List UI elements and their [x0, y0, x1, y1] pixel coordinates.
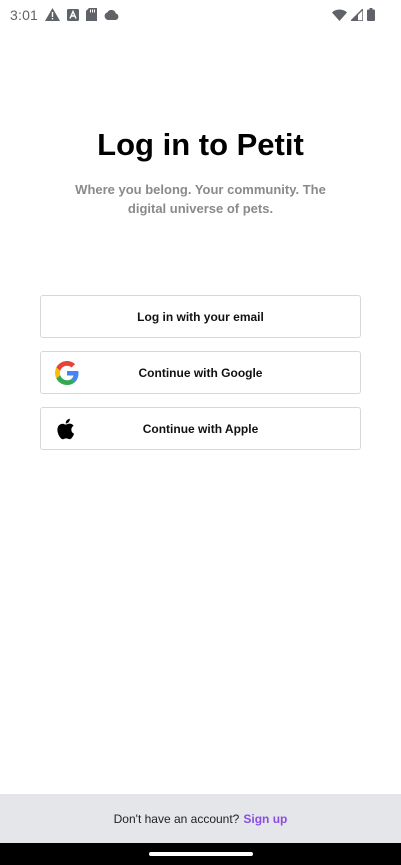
battery-icon — [367, 8, 375, 21]
alert-icon — [45, 8, 60, 21]
email-login-button[interactable]: Log in with your email — [40, 295, 361, 338]
login-screen: 3:01 Log in to Petit Where you belong. Y… — [0, 0, 401, 865]
signup-prompt: Don't have an account? — [113, 811, 240, 826]
home-indicator[interactable] — [149, 852, 253, 856]
apple-icon — [55, 417, 79, 441]
navigation-bar — [0, 843, 401, 865]
status-bar: 3:01 — [0, 0, 401, 30]
status-right-icons — [332, 6, 375, 22]
cloud-icon — [104, 9, 119, 20]
status-left-icons — [45, 8, 119, 21]
sd-card-icon — [86, 8, 97, 21]
google-icon — [55, 360, 79, 385]
wifi-icon — [332, 9, 347, 21]
status-time: 3:01 — [10, 7, 39, 23]
signup-link[interactable]: Sign up — [243, 812, 287, 826]
signup-footer: Don't have an account? Sign up — [0, 794, 401, 843]
apple-login-label: Continue with Apple — [142, 421, 259, 436]
signal-icon — [349, 6, 364, 22]
page-subtitle: Where you belong. Your community. The di… — [75, 182, 326, 216]
apple-login-button[interactable]: Continue with Apple — [40, 407, 361, 450]
app-notification-icon — [67, 8, 79, 21]
email-login-label: Log in with your email — [137, 309, 264, 324]
google-login-label: Continue with Google — [138, 365, 263, 380]
page-title: Log in to Petit — [97, 127, 304, 162]
google-login-button[interactable]: Continue with Google — [40, 351, 361, 394]
